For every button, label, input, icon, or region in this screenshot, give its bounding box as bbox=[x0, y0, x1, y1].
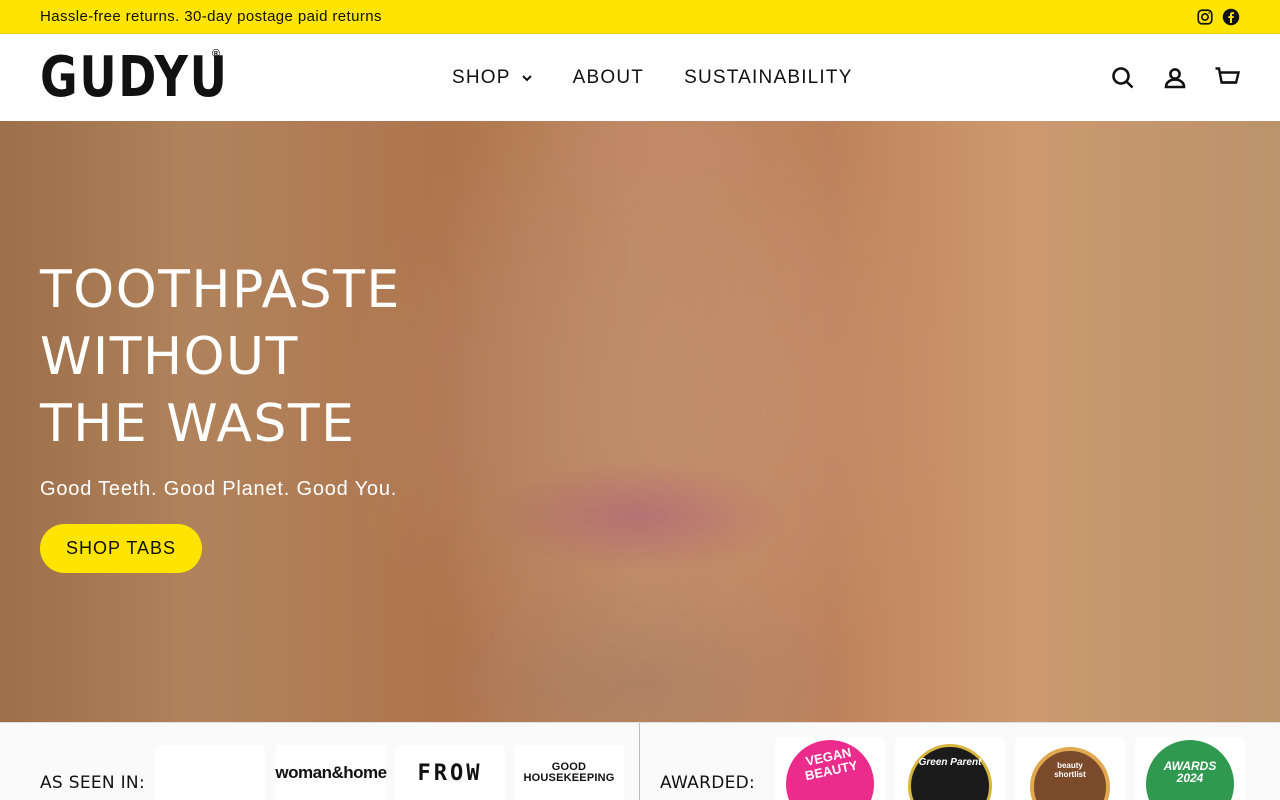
award-badge-circle: Green Parent bbox=[908, 744, 992, 800]
award-badge-text: Green Parent bbox=[918, 757, 982, 768]
press-logo-good-housekeeping: GOOD HOUSEKEEPING bbox=[514, 745, 624, 800]
press-logo-frow: FROW bbox=[395, 745, 505, 800]
as-seen-in-label: AS SEEN IN: bbox=[40, 773, 145, 793]
logo-text: GUDYU bbox=[40, 45, 229, 110]
facebook-icon[interactable] bbox=[1222, 8, 1240, 26]
hero-title: TOOTHPASTE WITHOUT THE WASTE bbox=[40, 257, 460, 458]
social-links bbox=[1196, 8, 1240, 26]
registered-mark: ® bbox=[211, 48, 220, 60]
chevron-down-icon bbox=[521, 74, 532, 81]
nav-sustainability[interactable]: SUSTAINABILITY bbox=[684, 67, 853, 89]
site-header: GUDYU ® SHOP ABOUT SUSTAINABILITY bbox=[0, 34, 1280, 121]
award-badge-text: beauty shortlist bbox=[1054, 761, 1086, 779]
hero-subtitle: Good Teeth. Good Planet. Good You. bbox=[40, 478, 398, 500]
announcement-text: Hassle-free returns. 30-day postage paid… bbox=[40, 8, 382, 25]
awarded-label: AWARDED: bbox=[660, 773, 756, 793]
press-logo-name: FROW bbox=[417, 760, 483, 786]
hero-title-line: THE WASTE bbox=[40, 394, 356, 454]
shop-tabs-button[interactable]: SHOP TABS bbox=[40, 524, 203, 573]
award-badge-beauty-shortlist-baby: beauty shortlist bbox=[1015, 737, 1125, 800]
award-badge-circle: AWARDS 2024 bbox=[1146, 740, 1234, 800]
nav-sustainability-label: SUSTAINABILITY bbox=[684, 66, 853, 88]
award-badge-text: AWARDS 2024 bbox=[1163, 759, 1217, 785]
hero-title-line: WITHOUT bbox=[40, 327, 299, 387]
nav-shop[interactable]: SHOP bbox=[452, 67, 533, 89]
nav-about-label: ABOUT bbox=[572, 66, 645, 88]
hero-content: TOOTHPASTE WITHOUT THE WASTE Good Teeth.… bbox=[40, 257, 460, 573]
award-badge-green-parent: Green Parent bbox=[895, 737, 1005, 800]
hero-title-line: TOOTHPASTE bbox=[40, 260, 401, 320]
nav-about[interactable]: ABOUT bbox=[573, 67, 644, 89]
press-logo-name: GOOD HOUSEKEEPING bbox=[523, 761, 615, 784]
main-nav: SHOP ABOUT SUSTAINABILITY bbox=[452, 34, 853, 121]
account-icon[interactable] bbox=[1162, 65, 1188, 91]
award-badge-text: VEGAN BEAUTY bbox=[803, 744, 860, 784]
cart-icon[interactable] bbox=[1214, 65, 1240, 91]
press-logo-woman-home: woman&home bbox=[275, 745, 387, 800]
award-badge-circle: VEGAN BEAUTY bbox=[786, 740, 874, 800]
site-logo[interactable]: GUDYU ® bbox=[40, 48, 227, 108]
announcement-bar: Hassle-free returns. 30-day postage paid… bbox=[0, 0, 1280, 34]
search-icon[interactable] bbox=[1110, 65, 1136, 91]
award-badge-beauty-shortlist-2024: AWARDS 2024 bbox=[1135, 737, 1245, 800]
award-badge-circle: beauty shortlist bbox=[1030, 747, 1110, 800]
instagram-icon[interactable] bbox=[1196, 8, 1214, 26]
header-actions bbox=[1110, 34, 1240, 121]
press-logo bbox=[155, 745, 265, 800]
nav-shop-label: SHOP bbox=[452, 66, 511, 88]
hero-banner: TOOTHPASTE WITHOUT THE WASTE Good Teeth.… bbox=[0, 121, 1280, 722]
award-badge-vegan-beauty: VEGAN BEAUTY bbox=[775, 737, 885, 800]
press-logo-name: woman&home bbox=[275, 763, 387, 782]
divider bbox=[639, 723, 640, 800]
press-awards-strip: AS SEEN IN: woman&home FROW GOOD HOUSEKE… bbox=[0, 722, 1280, 800]
